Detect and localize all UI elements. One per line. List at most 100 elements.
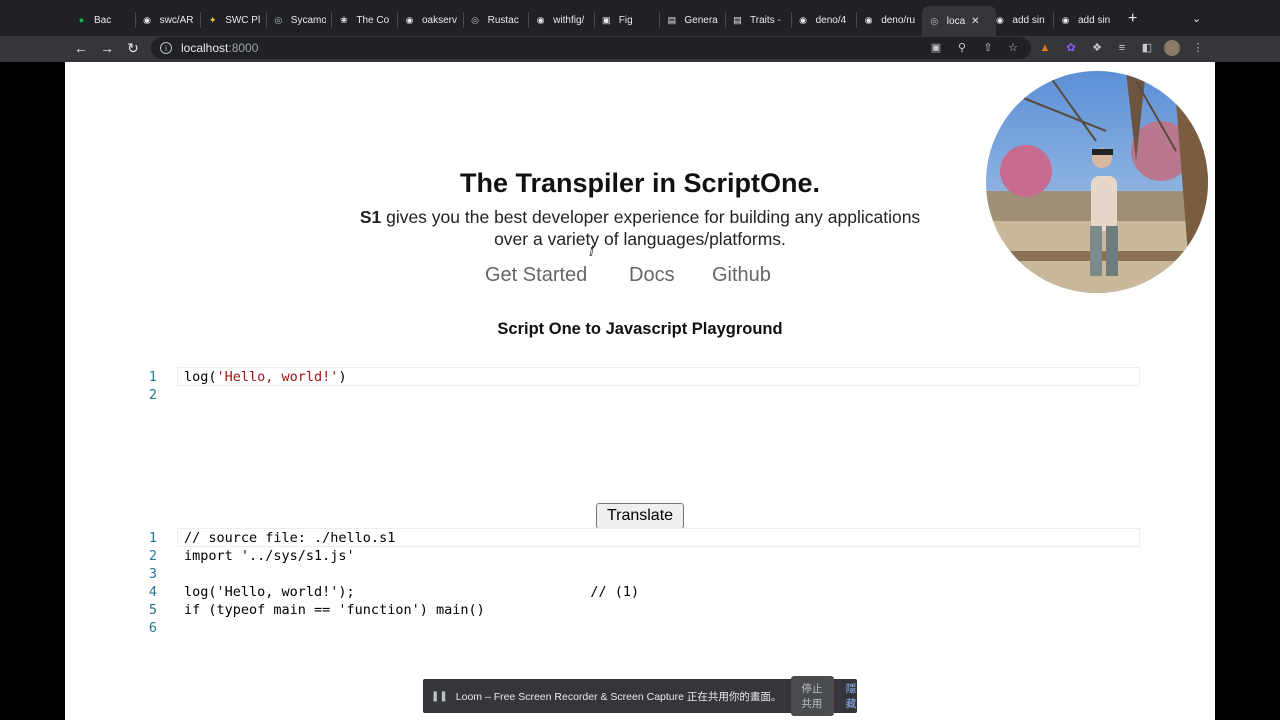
browser-tab[interactable]: ◎ loca ✕ [921, 6, 996, 36]
zoom-icon[interactable]: ⚲ [955, 41, 969, 55]
forward-icon[interactable]: → [98, 40, 116, 56]
pause-icon: ❚❚ [431, 690, 448, 702]
side-panel-icon[interactable]: ◧ [1140, 41, 1154, 55]
source-editor[interactable]: 1 log('Hello, world!') 2 [135, 367, 1140, 488]
book-icon: ▤ [733, 14, 742, 25]
tab-separator [397, 12, 398, 28]
tab-separator [856, 12, 858, 28]
tab-title: deno/4 [815, 14, 847, 26]
browser-tab[interactable]: ❀ The Co [337, 8, 391, 32]
browser-tab[interactable]: ◉ deno/ru [862, 8, 916, 32]
tab-title: Fig [618, 14, 633, 26]
page-content: The Transpiler in ScriptOne. S1 gives yo… [65, 62, 1215, 720]
line-number: 4 [148, 584, 157, 600]
tab-title: withfig/ [553, 14, 585, 26]
line-number: 6 [148, 620, 157, 636]
browser-tab[interactable]: ◉ withfig/ [534, 8, 588, 32]
extensions-puzzle-icon[interactable]: ❖ [1090, 41, 1104, 55]
tab-title: The Co [356, 14, 390, 26]
tab-separator [462, 12, 464, 28]
address-bar[interactable]: i localhost:8000 [151, 37, 1031, 59]
metamask-extension-icon[interactable]: ▲ [1038, 41, 1052, 55]
output-editor[interactable]: 1 // source file: ./hello.s1 2 import '.… [135, 528, 1140, 637]
browser-tab[interactable]: ◎ Rustac [469, 8, 523, 32]
tab-separator [659, 12, 661, 28]
crab-icon: ❀ [340, 14, 348, 25]
reading-list-icon[interactable]: ≡ [1115, 41, 1129, 55]
browser-tab[interactable]: ▣ Fig [600, 8, 654, 32]
line-number: 1 [148, 530, 157, 546]
editor-line[interactable]: 5 if (typeof main == 'function') main() [135, 601, 1140, 619]
bookmark-star-icon[interactable]: ☆ [1006, 41, 1020, 55]
tab-title: Sycamo [290, 14, 326, 26]
code-text[interactable]: log('Hello, world!') [184, 368, 347, 386]
url-text[interactable]: localhost:8000 [181, 41, 258, 55]
browser-tab[interactable]: ◉ add sin [1059, 8, 1113, 32]
text-cursor-icon: ⅈ [589, 243, 594, 259]
nav-docs[interactable]: Docs [629, 264, 675, 287]
browser-tab[interactable]: ◎ Sycamo [272, 8, 326, 32]
browser-tab[interactable]: ◉ add sin [993, 8, 1047, 32]
new-tab-button[interactable]: + [1128, 10, 1137, 28]
translate-page-icon[interactable]: ▣ [929, 41, 943, 55]
tab-separator [528, 12, 530, 28]
code-text[interactable]: import '../sys/s1.js' [184, 547, 355, 565]
editor-line[interactable]: 1 log('Hello, world!') [135, 367, 1140, 386]
book-icon: ▤ [667, 14, 677, 25]
stop-sharing-button[interactable]: 停止共用 [791, 676, 834, 716]
browser-tab[interactable]: ◉ swc/AR [141, 8, 195, 32]
tab-title: swc/AR [159, 14, 194, 26]
editor-line[interactable]: 2 import '../sys/s1.js' [135, 547, 1140, 565]
screen-share-bar: ❚❚ Loom – Free Screen Recorder & Screen … [423, 676, 857, 716]
nav-github[interactable]: Github [712, 264, 771, 287]
editor-line[interactable]: 6 [135, 619, 1140, 637]
nav-get-started[interactable]: Get Started [485, 264, 587, 287]
github-icon: ◉ [143, 14, 152, 25]
swc-icon: ✦ [208, 14, 217, 25]
tab-title: Genera [684, 14, 718, 26]
tab-title: loca [946, 15, 966, 27]
line-number: 3 [148, 566, 157, 582]
tab-search-icon[interactable]: ⌄ [1192, 12, 1201, 25]
globe-icon: ◎ [930, 15, 939, 26]
tab-title: oakserv [422, 14, 457, 26]
browser-tab[interactable]: ◉ oakserv [403, 8, 457, 32]
hide-button[interactable]: 隱藏 [846, 681, 857, 711]
fig-icon: ▣ [602, 14, 611, 25]
back-icon[interactable]: ← [72, 40, 90, 56]
translate-button[interactable]: Translate [596, 503, 684, 529]
browser-tab[interactable]: ▤ Genera [665, 8, 719, 32]
spotify-icon: ● [78, 15, 85, 25]
editor-line[interactable]: 3 [135, 565, 1140, 583]
tab-title: SWC Pl [225, 14, 261, 26]
browser-tab[interactable]: ✦ SWC Pl [206, 8, 260, 32]
menu-icon[interactable]: ⋮ [1191, 41, 1205, 55]
profile-avatar-icon[interactable] [1164, 40, 1180, 56]
tab-separator [725, 12, 726, 28]
close-tab-icon[interactable]: ✕ [971, 16, 979, 27]
line-number: 2 [148, 387, 157, 403]
tab-title: Bac [94, 14, 112, 26]
code-text[interactable]: // source file: ./hello.s1 [184, 529, 395, 547]
reload-icon[interactable]: ↻ [124, 40, 142, 57]
editor-line[interactable]: 1 // source file: ./hello.s1 [135, 528, 1140, 547]
extension-icon[interactable]: ✿ [1064, 41, 1078, 55]
tab-separator [200, 12, 202, 28]
editor-line[interactable]: 2 [135, 386, 1140, 404]
github-icon: ◉ [995, 14, 1004, 25]
nav-links: Get Started Docs Github [65, 264, 1215, 290]
code-text[interactable]: log('Hello, world!'); // (1) [184, 583, 639, 601]
page-subtitle: S1 gives you the best developer experien… [359, 207, 921, 249]
tab-title: Rustac [487, 14, 519, 26]
browser-tab[interactable]: ◉ deno/4 [797, 8, 851, 32]
editor-line[interactable]: 4 log('Hello, world!'); // (1) [135, 583, 1140, 601]
globe-icon: ◎ [274, 14, 283, 25]
share-icon[interactable]: ⇧ [981, 41, 995, 55]
browser-tab[interactable]: ● Bac [75, 8, 129, 32]
tab-strip: ● Bac ◉ swc/AR ✦ SWC Pl ◎ Sycamo ❀ The Co ◉ oakserv… [0, 0, 1280, 38]
browser-tab[interactable]: ▤ Traits - [731, 8, 785, 32]
tab-title: add sin [1012, 14, 1045, 26]
code-text[interactable]: if (typeof main == 'function') main() [184, 601, 485, 619]
site-info-icon[interactable]: i [160, 42, 172, 54]
tab-title: add sin [1078, 14, 1111, 26]
